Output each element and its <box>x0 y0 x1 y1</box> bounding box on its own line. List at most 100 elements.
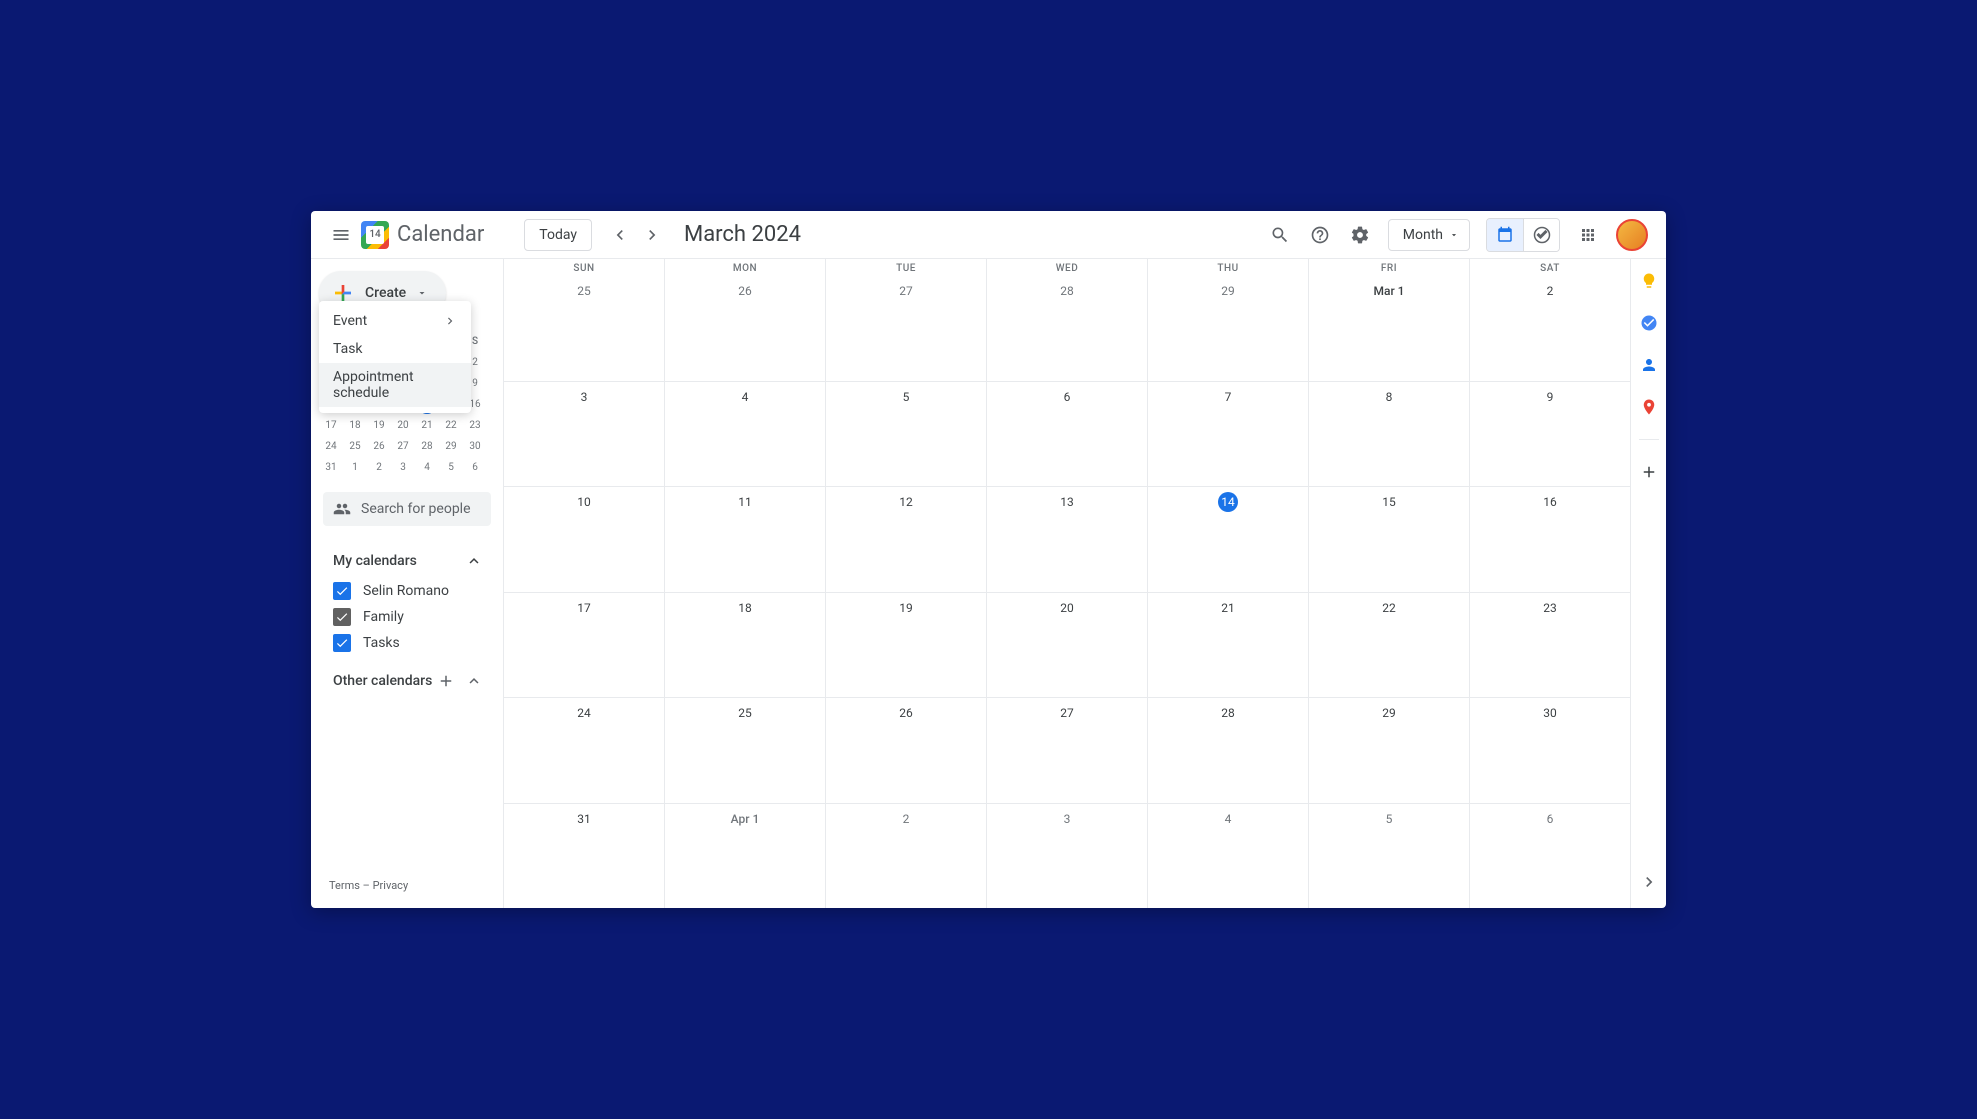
day-cell[interactable]: 2 <box>826 804 987 909</box>
day-cell[interactable]: 11 <box>665 487 826 592</box>
day-cell[interactable]: 30 <box>1470 698 1630 803</box>
day-cell[interactable]: 5 <box>1309 804 1470 909</box>
mini-day[interactable]: 6 <box>463 457 487 478</box>
mini-day[interactable]: 23 <box>463 415 487 436</box>
day-cell[interactable]: 27 <box>987 698 1148 803</box>
mini-day[interactable]: 30 <box>463 436 487 457</box>
settings-button[interactable] <box>1340 215 1380 255</box>
day-number: 30 <box>1538 703 1562 723</box>
other-calendars-header[interactable]: Other calendars <box>323 664 491 698</box>
day-cell[interactable]: 18 <box>665 593 826 698</box>
mini-day[interactable]: 5 <box>439 457 463 478</box>
day-cell[interactable]: 2 <box>1470 276 1630 381</box>
day-cell[interactable]: 29 <box>1148 276 1309 381</box>
account-avatar[interactable] <box>1616 219 1648 251</box>
logo-area: Calendar <box>361 221 484 249</box>
calendar-checkbox-row[interactable]: Family <box>323 604 491 630</box>
mini-day[interactable]: 1 <box>343 457 367 478</box>
day-cell[interactable]: 8 <box>1309 382 1470 487</box>
day-cell[interactable]: 13 <box>987 487 1148 592</box>
my-calendars-header[interactable]: My calendars <box>323 544 491 578</box>
mini-day[interactable]: 21 <box>415 415 439 436</box>
mini-day[interactable]: 17 <box>319 415 343 436</box>
search-button[interactable] <box>1260 215 1300 255</box>
mini-day[interactable]: 27 <box>391 436 415 457</box>
day-cell[interactable]: 12 <box>826 487 987 592</box>
today-button[interactable]: Today <box>524 219 592 251</box>
tasks-view-toggle[interactable] <box>1523 219 1559 251</box>
add-calendar-icon[interactable] <box>437 672 455 690</box>
mini-day[interactable]: 24 <box>319 436 343 457</box>
create-menu-event[interactable]: Event <box>319 307 471 335</box>
next-month-button[interactable] <box>636 219 668 251</box>
day-cell[interactable]: 28 <box>1148 698 1309 803</box>
mini-day[interactable]: 4 <box>415 457 439 478</box>
day-cell[interactable]: 23 <box>1470 593 1630 698</box>
day-cell[interactable]: 4 <box>665 382 826 487</box>
day-cell[interactable]: 29 <box>1309 698 1470 803</box>
day-cell[interactable]: 15 <box>1309 487 1470 592</box>
mini-day[interactable]: 29 <box>439 436 463 457</box>
mini-day[interactable]: 18 <box>343 415 367 436</box>
keep-addon-icon[interactable] <box>1639 271 1659 291</box>
terms-link[interactable]: Terms <box>329 879 360 892</box>
day-cell[interactable]: 6 <box>987 382 1148 487</box>
day-cell[interactable]: 26 <box>665 276 826 381</box>
day-cell[interactable]: 25 <box>504 276 665 381</box>
mini-day[interactable]: 3 <box>391 457 415 478</box>
contacts-addon-icon[interactable] <box>1639 355 1659 375</box>
mini-day[interactable]: 31 <box>319 457 343 478</box>
support-button[interactable] <box>1300 215 1340 255</box>
privacy-link[interactable]: Privacy <box>373 879 409 892</box>
day-cell[interactable]: 22 <box>1309 593 1470 698</box>
create-menu-task[interactable]: Task <box>319 335 471 363</box>
mini-day[interactable]: 20 <box>391 415 415 436</box>
day-cell[interactable]: 19 <box>826 593 987 698</box>
mini-day[interactable]: 28 <box>415 436 439 457</box>
day-cell[interactable]: 16 <box>1470 487 1630 592</box>
google-apps-button[interactable] <box>1568 215 1608 255</box>
hide-panel-button[interactable] <box>1639 872 1659 896</box>
calendar-checkbox-row[interactable]: Tasks <box>323 630 491 656</box>
calendar-checkbox-row[interactable]: Selin Romano <box>323 578 491 604</box>
day-cell[interactable]: 14 <box>1148 487 1309 592</box>
mini-day[interactable]: 19 <box>367 415 391 436</box>
view-selector[interactable]: Month <box>1388 219 1470 251</box>
day-cell[interactable]: 25 <box>665 698 826 803</box>
mini-day[interactable]: 2 <box>367 457 391 478</box>
day-cell[interactable]: 28 <box>987 276 1148 381</box>
day-cell[interactable]: 7 <box>1148 382 1309 487</box>
create-menu-appointment[interactable]: Appointment schedule <box>319 363 471 407</box>
day-cell[interactable]: 3 <box>987 804 1148 909</box>
prev-month-button[interactable] <box>604 219 636 251</box>
day-cell[interactable]: 17 <box>504 593 665 698</box>
main-menu-button[interactable] <box>321 215 361 255</box>
day-cell[interactable]: 21 <box>1148 593 1309 698</box>
day-number: 2 <box>1538 281 1562 301</box>
mini-day[interactable]: 25 <box>343 436 367 457</box>
day-number: 25 <box>572 281 596 301</box>
mini-day[interactable]: 26 <box>367 436 391 457</box>
other-calendars-section: Other calendars <box>319 660 495 702</box>
day-cell[interactable]: Apr 1 <box>665 804 826 909</box>
day-cell[interactable]: 5 <box>826 382 987 487</box>
get-addons-button[interactable] <box>1639 462 1659 482</box>
day-cell[interactable]: 3 <box>504 382 665 487</box>
mini-day[interactable]: 22 <box>439 415 463 436</box>
day-cell[interactable]: 24 <box>504 698 665 803</box>
day-cell[interactable]: Mar 1 <box>1309 276 1470 381</box>
search-people[interactable]: Search for people <box>323 492 491 526</box>
maps-addon-icon[interactable] <box>1639 397 1659 417</box>
tasks-addon-icon[interactable] <box>1639 313 1659 333</box>
day-cell[interactable]: 27 <box>826 276 987 381</box>
day-cell[interactable]: 6 <box>1470 804 1630 909</box>
day-cell[interactable]: 26 <box>826 698 987 803</box>
day-cell[interactable]: 9 <box>1470 382 1630 487</box>
grid-dow-header: SAT <box>1470 259 1630 276</box>
day-cell[interactable]: 31 <box>504 804 665 909</box>
day-number: Mar 1 <box>1369 281 1408 301</box>
day-cell[interactable]: 20 <box>987 593 1148 698</box>
calendar-view-toggle[interactable] <box>1487 219 1523 251</box>
day-cell[interactable]: 4 <box>1148 804 1309 909</box>
day-cell[interactable]: 10 <box>504 487 665 592</box>
